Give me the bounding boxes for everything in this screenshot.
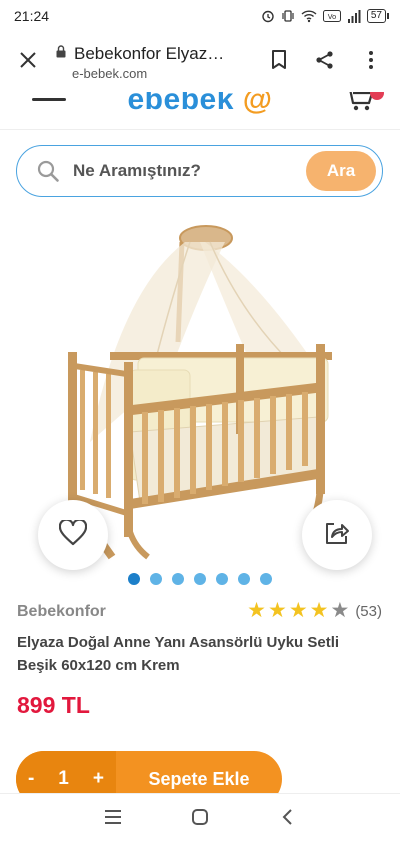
carousel-dot[interactable]	[260, 573, 272, 585]
url-bar[interactable]: Bebekonfor Elyaz… e-bebek.com	[48, 44, 258, 81]
product-brand[interactable]: Bebekonfor	[17, 603, 106, 621]
more-icon	[368, 50, 374, 75]
page-title: Bebekonfor Elyaz…	[74, 43, 225, 63]
signal-icon	[347, 9, 361, 23]
battery-icon: 57	[366, 9, 390, 23]
quantity-value: 1	[58, 768, 69, 789]
status-icons: Vo 57	[261, 9, 390, 23]
product-title: Elyaza Doğal Anne Yanı Asansörlü Uyku Se…	[17, 634, 340, 674]
carousel-dot[interactable]	[238, 573, 250, 585]
decrement-button[interactable]: -	[28, 768, 34, 790]
carousel-dot[interactable]	[194, 573, 206, 585]
star-icon: ★	[268, 599, 287, 622]
product-rating[interactable]: ★ ★ ★ ★ ★ (53)	[247, 600, 382, 622]
star-icon: ★	[247, 599, 266, 622]
wifi-icon	[301, 9, 317, 23]
site-header: ebebek @	[0, 92, 400, 130]
product-price: 899 TL	[17, 692, 90, 718]
rating-count: (53)	[355, 602, 382, 620]
site-logo[interactable]: ebebek @	[0, 92, 400, 117]
cart-icon[interactable]	[344, 92, 374, 117]
image-carousel-dots	[0, 573, 400, 585]
increment-button[interactable]: +	[93, 768, 104, 790]
add-to-cart-button[interactable]: Sepete Ekle	[116, 769, 282, 790]
status-bar: 21:24 Vo 57	[0, 0, 400, 32]
close-icon	[19, 51, 37, 74]
alarm-icon	[261, 9, 275, 23]
carousel-dot[interactable]	[128, 573, 140, 585]
favorite-button[interactable]	[38, 500, 108, 570]
search-button[interactable]: Ara	[306, 151, 376, 191]
home-button[interactable]	[180, 799, 220, 839]
recent-apps-icon	[104, 809, 122, 830]
recent-apps-button[interactable]	[93, 799, 133, 839]
url-domain: e-bebek.com	[72, 65, 148, 81]
status-time: 21:24	[14, 8, 50, 24]
carousel-dot[interactable]	[172, 573, 184, 585]
heart-icon	[58, 518, 88, 551]
share-page-button[interactable]	[304, 42, 346, 82]
star-empty-icon: ★	[330, 599, 350, 622]
home-icon	[191, 808, 209, 831]
share-icon	[315, 50, 335, 75]
volte-icon: Vo	[322, 10, 341, 22]
svg-text:Vo: Vo	[328, 13, 337, 21]
carousel-dot[interactable]	[150, 573, 162, 585]
close-tab-button[interactable]	[8, 42, 48, 82]
bookmark-icon	[271, 49, 287, 75]
more-menu-button[interactable]	[350, 42, 392, 82]
browser-toolbar: Bebekonfor Elyaz… e-bebek.com	[0, 32, 400, 92]
vibrate-icon	[281, 9, 295, 23]
search-icon	[35, 158, 61, 184]
search-bar: Ara	[16, 145, 383, 197]
back-icon	[281, 808, 293, 831]
back-button[interactable]	[267, 799, 307, 839]
share-product-button[interactable]	[302, 500, 372, 570]
star-icon: ★	[309, 599, 329, 622]
carousel-dot[interactable]	[216, 573, 228, 585]
bookmark-button[interactable]	[258, 42, 300, 82]
search-input[interactable]	[61, 161, 306, 181]
system-nav-bar	[0, 793, 400, 844]
star-icon: ★	[288, 599, 308, 622]
lock-icon	[56, 44, 66, 63]
share-arrow-icon	[324, 520, 350, 551]
